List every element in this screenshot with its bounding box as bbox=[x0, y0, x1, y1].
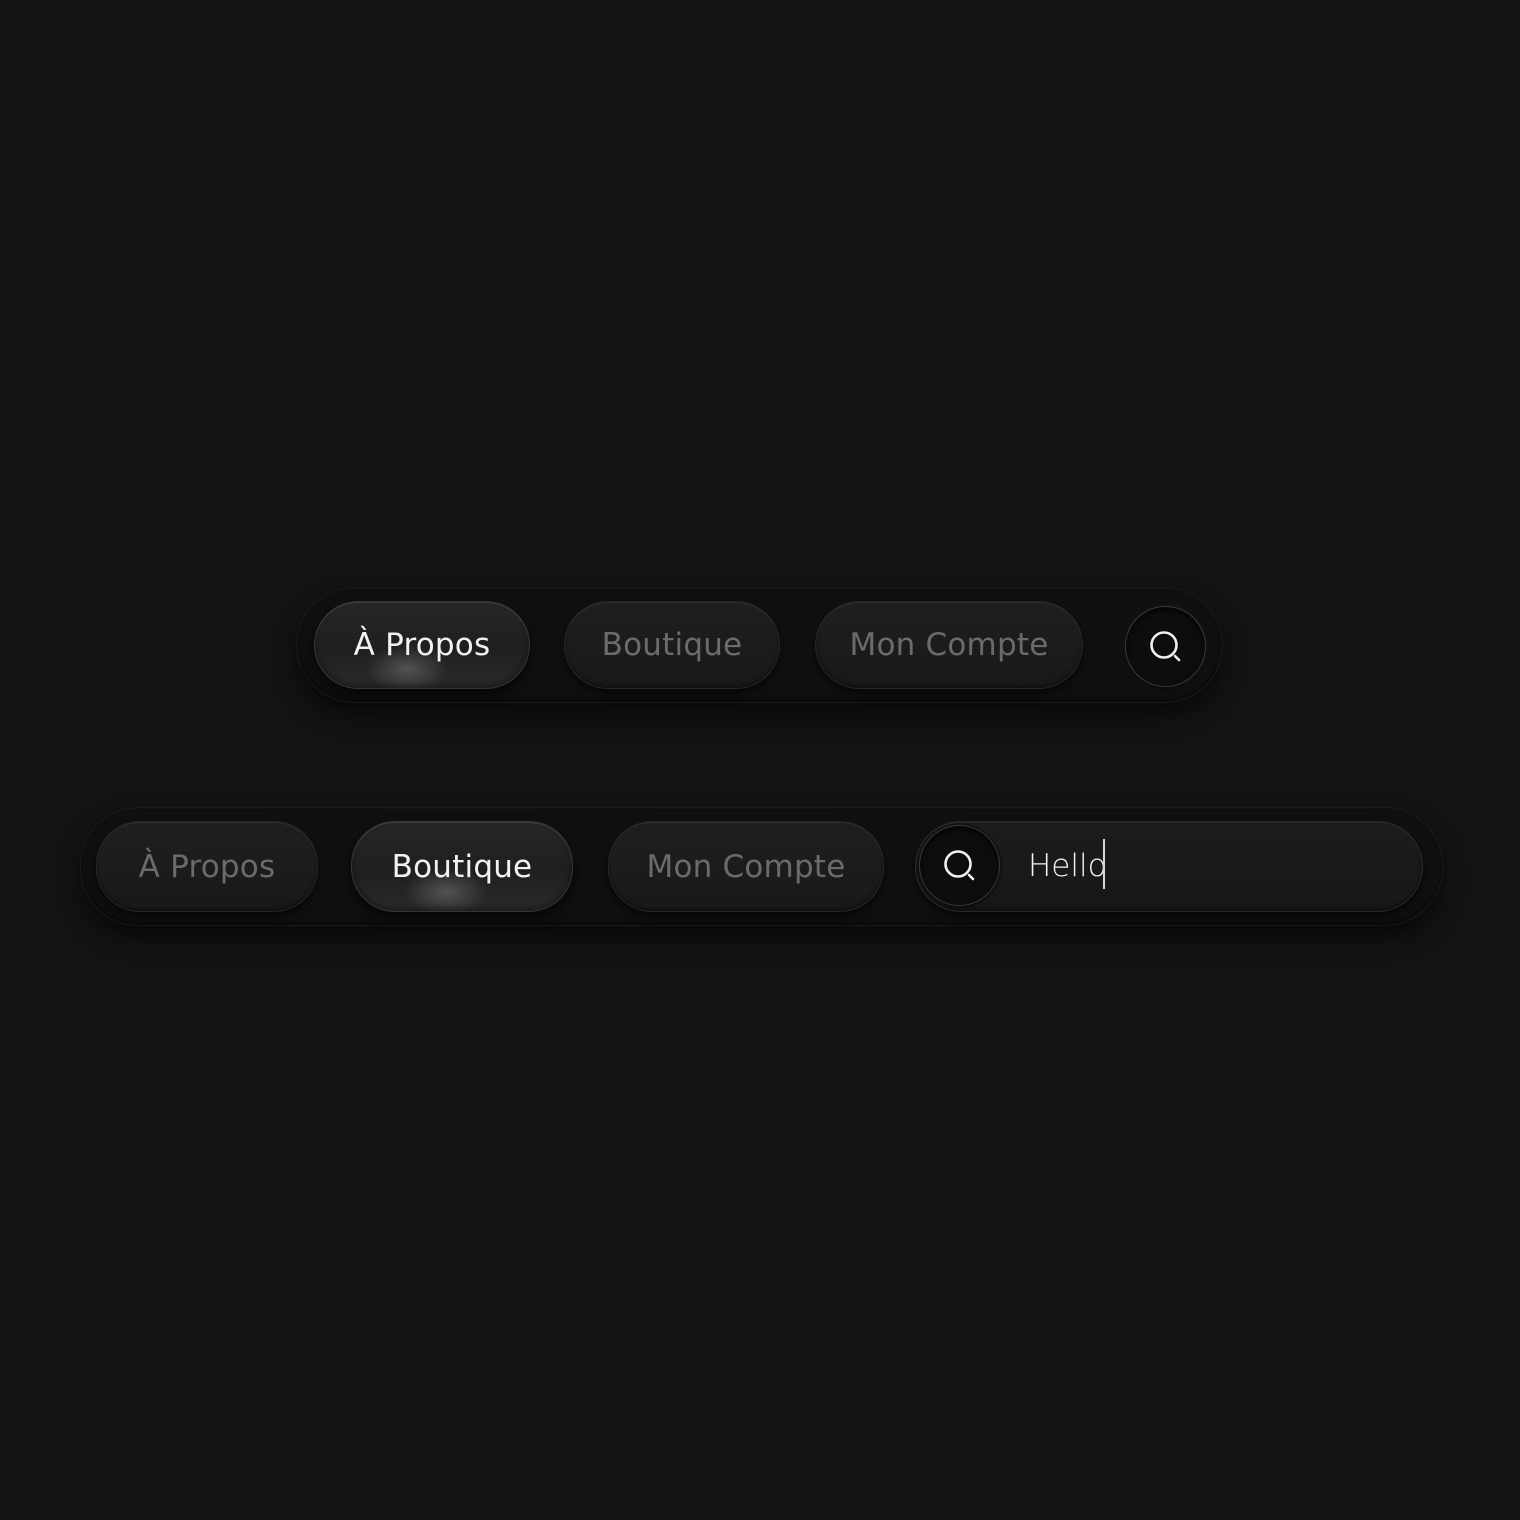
search-input[interactable] bbox=[1028, 840, 1398, 892]
nav-item-label: À Propos bbox=[353, 627, 491, 663]
nav-item-mon-compte[interactable]: Mon Compte bbox=[608, 821, 884, 912]
search-icon bbox=[1147, 628, 1185, 666]
nav-item-a-propos[interactable]: À Propos bbox=[314, 601, 530, 689]
nav-item-boutique[interactable]: Boutique bbox=[351, 821, 573, 912]
nav-item-label: Mon Compte bbox=[849, 627, 1049, 663]
search-field[interactable] bbox=[915, 821, 1423, 912]
nav-item-label: À Propos bbox=[138, 848, 276, 885]
nav-item-mon-compte[interactable]: Mon Compte bbox=[815, 601, 1083, 689]
nav-item-a-propos[interactable]: À Propos bbox=[96, 821, 318, 912]
nav-item-boutique[interactable]: Boutique bbox=[564, 601, 780, 689]
nav-item-label: Boutique bbox=[601, 627, 743, 663]
search-icon bbox=[941, 847, 979, 885]
text-caret bbox=[1103, 839, 1105, 889]
nav-item-label: Boutique bbox=[391, 848, 533, 885]
bottom-navbar: À Propos Boutique Mon Compte bbox=[80, 807, 1443, 926]
search-button[interactable] bbox=[919, 825, 1000, 906]
search-button[interactable] bbox=[1125, 606, 1206, 687]
nav-item-label: Mon Compte bbox=[646, 848, 846, 885]
top-navbar: À Propos Boutique Mon Compte bbox=[296, 587, 1223, 703]
